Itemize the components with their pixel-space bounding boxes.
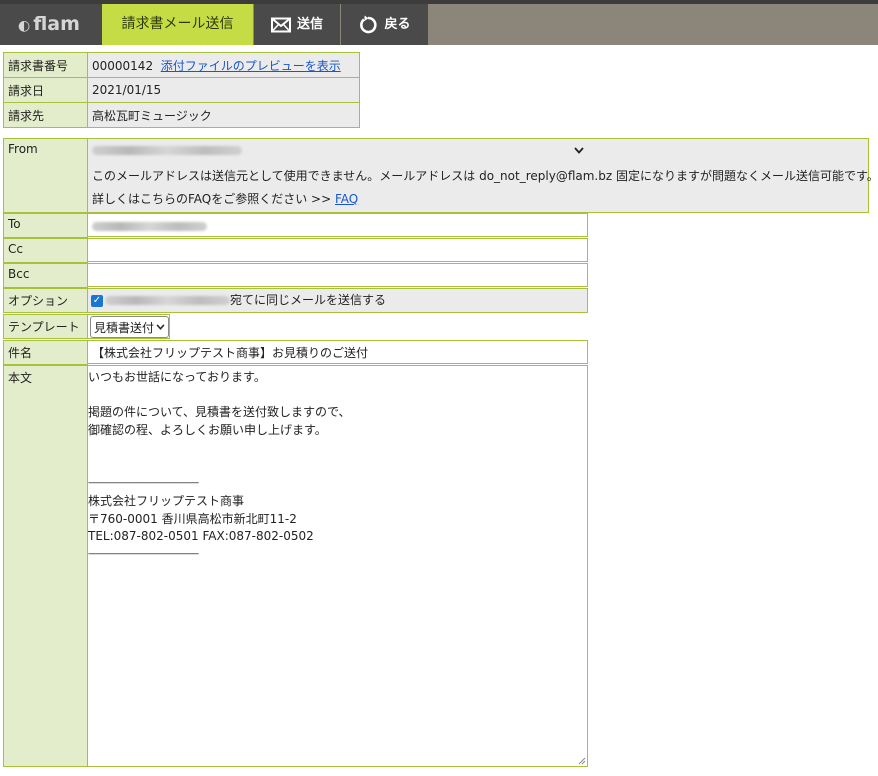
top-bar: ◐ flam 請求書メール送信 送信 戻る — [0, 0, 878, 45]
body-line — [88, 439, 587, 457]
body-line — [88, 386, 587, 404]
from-label: From — [3, 138, 88, 213]
to-address-redacted — [92, 222, 207, 231]
resize-grip-icon[interactable] — [577, 756, 586, 765]
template-cell: 見積書送付 — [88, 314, 171, 339]
option-cell: ✓ 宛てに同じメールを送信する — [88, 288, 588, 313]
body-line: 御確認の程、よろしくお願い申し上げます。 — [88, 423, 327, 438]
invoice-number-label: 請求書番号 — [3, 52, 88, 78]
from-faq-text: 詳しくはこちらのFAQをご参照ください >> — [92, 192, 332, 206]
cc-label: Cc — [3, 238, 88, 263]
invoice-date-label: 請求日 — [3, 77, 88, 103]
back-label: 戻る — [384, 17, 411, 32]
subject-input[interactable]: 【株式会社フリップテスト商事】お見積りのご送付 — [88, 340, 588, 364]
logo-text: flam — [33, 13, 80, 35]
cc-input[interactable] — [88, 238, 588, 262]
invoice-info-table: 請求書番号 00000142 添付ファイルのプレビューを表示 請求日 2021/… — [3, 52, 360, 128]
template-select[interactable]: 見積書送付 — [90, 316, 170, 338]
to-input[interactable] — [88, 213, 588, 237]
send-label: 送信 — [296, 17, 323, 32]
from-select[interactable] — [88, 139, 588, 161]
to-label: To — [3, 213, 88, 238]
back-button[interactable]: 戻る — [341, 4, 428, 45]
attachment-preview-link[interactable]: 添付ファイルのプレビューを表示 — [161, 59, 341, 73]
option-text: 宛てに同じメールを送信する — [230, 293, 387, 307]
app-logo[interactable]: ◐ flam — [0, 4, 102, 45]
invoice-recipient-value: 高松瓦町ミュージック — [87, 102, 360, 128]
body-line: ----------------------------------------… — [88, 478, 199, 489]
bcc-row: Bcc — [3, 263, 588, 288]
cc-row: Cc — [3, 238, 588, 263]
body-line: 株式会社フリップテスト商事 — [88, 493, 245, 508]
body-line: ----------------------------------------… — [88, 548, 199, 559]
logo-mark-icon: ◐ — [18, 18, 31, 34]
envelope-icon — [270, 17, 291, 32]
tab-invoice-mail[interactable]: 請求書メール送信 — [102, 4, 253, 45]
template-value: 見積書送付 — [94, 320, 155, 335]
send-button[interactable]: 送信 — [254, 4, 340, 45]
body-line: いつもお世話になっております。 — [88, 370, 266, 384]
undo-icon — [360, 15, 378, 33]
option-label: オプション — [3, 288, 88, 313]
option-row: オプション ✓ 宛てに同じメールを送信する — [3, 288, 588, 313]
from-cell: このメールアドレスは送信元として使用できません。メールアドレスは do_not_… — [88, 138, 878, 213]
option-address-redacted — [105, 296, 230, 305]
invoice-date-value: 2021/01/15 — [87, 77, 360, 103]
bcc-label: Bcc — [3, 263, 88, 288]
body-text: いつもお世話になっております。 掲題の件について、見積書を送付致しますので、 御… — [88, 366, 587, 563]
body-textarea[interactable]: いつもお世話になっております。 掲題の件について、見積書を送付致しますので、 御… — [88, 365, 588, 767]
body-line: TEL:087-802-0501 FAX:087-802-0502 — [88, 529, 314, 544]
body-line: 掲題の件について、見積書を送付致しますので、 — [88, 405, 351, 420]
from-address-redacted — [92, 145, 242, 155]
same-mail-checkbox[interactable]: ✓ — [91, 294, 103, 307]
invoice-recipient-label: 請求先 — [3, 102, 88, 128]
from-row: From このメールアドレスは送信元として使用できません。メールアドレスは do… — [3, 138, 878, 213]
to-row: To — [3, 213, 588, 238]
invoice-date-row: 請求日 2021/01/15 — [3, 77, 360, 103]
bcc-input[interactable] — [88, 263, 588, 287]
chevron-down-icon — [574, 146, 584, 154]
invoice-recipient-row: 請求先 高松瓦町ミュージック — [3, 102, 360, 128]
template-row: テンプレート 見積書送付 — [3, 314, 171, 339]
from-notice: このメールアドレスは送信元として使用できません。メールアドレスは do_not_… — [92, 169, 878, 183]
subject-label: 件名 — [3, 340, 88, 365]
body-line — [88, 456, 587, 474]
chevron-down-icon — [156, 324, 165, 330]
faq-link[interactable]: FAQ — [335, 192, 358, 206]
template-label: テンプレート — [3, 314, 88, 339]
invoice-number-value: 00000142 — [92, 58, 154, 73]
from-faq-line: 詳しくはこちらのFAQをご参照ください >> FAQ — [88, 188, 868, 210]
body-line: 〒760-0001 香川県高松市新北町11-2 — [88, 511, 297, 526]
body-label: 本文 — [3, 365, 88, 767]
subject-row: 件名 【株式会社フリップテスト商事】お見積りのご送付 — [3, 340, 588, 365]
invoice-number-cell: 00000142 添付ファイルのプレビューを表示 — [87, 52, 360, 78]
body-row: 本文 いつもお世話になっております。 掲題の件について、見積書を送付致しますので… — [3, 365, 588, 767]
invoice-number-row: 請求書番号 00000142 添付ファイルのプレビューを表示 — [3, 52, 360, 78]
